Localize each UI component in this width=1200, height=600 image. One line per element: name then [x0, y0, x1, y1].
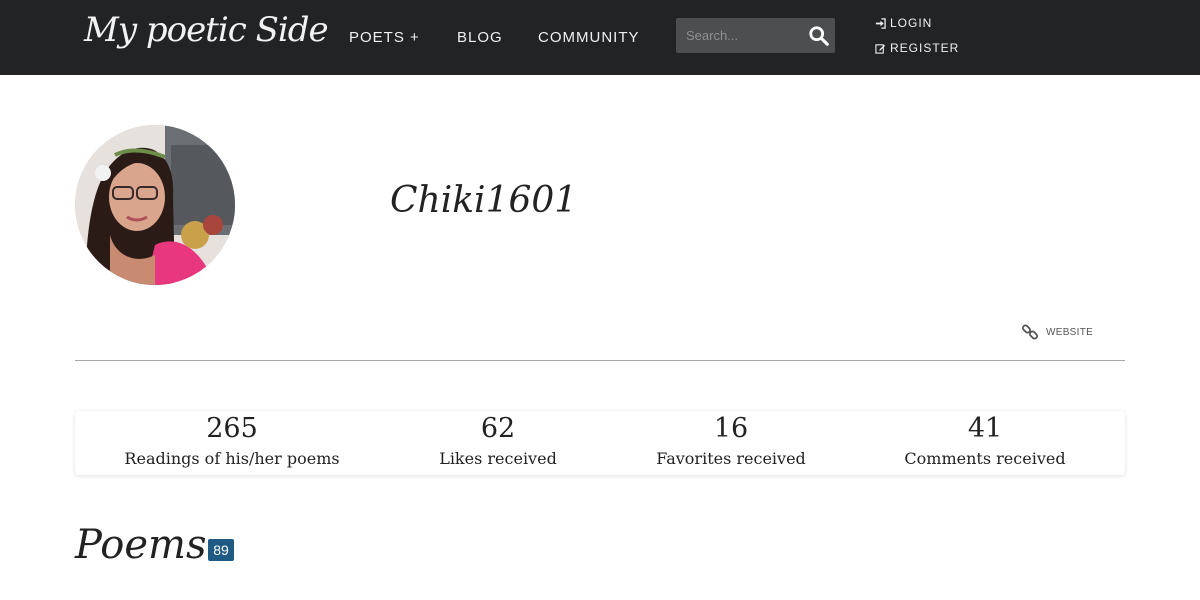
stat-value: 41 [967, 413, 1003, 444]
website-label: WEBSITE [1046, 326, 1094, 338]
nav-community[interactable]: COMMUNITY [538, 29, 640, 46]
register-label: REGISTER [890, 41, 960, 55]
stat-label: Likes received [439, 449, 557, 468]
stat-label: Favorites received [656, 449, 806, 468]
edit-icon [875, 43, 886, 54]
stat-likes: 62 Likes received [439, 411, 557, 470]
stat-favorites: 16 Favorites received [656, 411, 806, 470]
profile-username: Chiki1601 [390, 180, 578, 221]
login-link[interactable]: LOGIN [875, 16, 932, 30]
poems-count-badge: 89 [208, 539, 234, 561]
login-label: LOGIN [890, 16, 933, 30]
stat-value: 62 [480, 413, 516, 444]
search-icon[interactable] [808, 25, 830, 47]
stat-label: Comments received [904, 449, 1066, 468]
stat-comments: 41 Comments received [904, 411, 1065, 470]
site-logo[interactable]: My poetic Side [84, 10, 329, 50]
search-input[interactable] [676, 18, 804, 53]
search-box [676, 18, 835, 53]
website-link[interactable]: WEBSITE [1021, 323, 1093, 341]
stat-value: 265 [206, 413, 258, 444]
stat-value: 16 [713, 413, 749, 444]
stat-readings: 265 Readings of his/her poems [124, 411, 339, 470]
register-link[interactable]: REGISTER [875, 41, 959, 55]
stats-card: 265 Readings of his/her poems 62 Likes r… [75, 411, 1125, 475]
stat-label: Readings of his/her poems [124, 449, 340, 468]
nav-blog[interactable]: BLOG [457, 29, 503, 46]
profile-avatar [75, 125, 235, 285]
profile-divider [75, 360, 1125, 361]
top-navbar: My poetic Side POETS + BLOG COMMUNITY LO… [0, 0, 1200, 75]
link-icon [1022, 324, 1038, 340]
sign-in-icon [875, 17, 886, 29]
nav-poets[interactable]: POETS + [349, 29, 420, 46]
poems-heading: Poems [75, 522, 207, 568]
avatar-photo [75, 125, 235, 285]
